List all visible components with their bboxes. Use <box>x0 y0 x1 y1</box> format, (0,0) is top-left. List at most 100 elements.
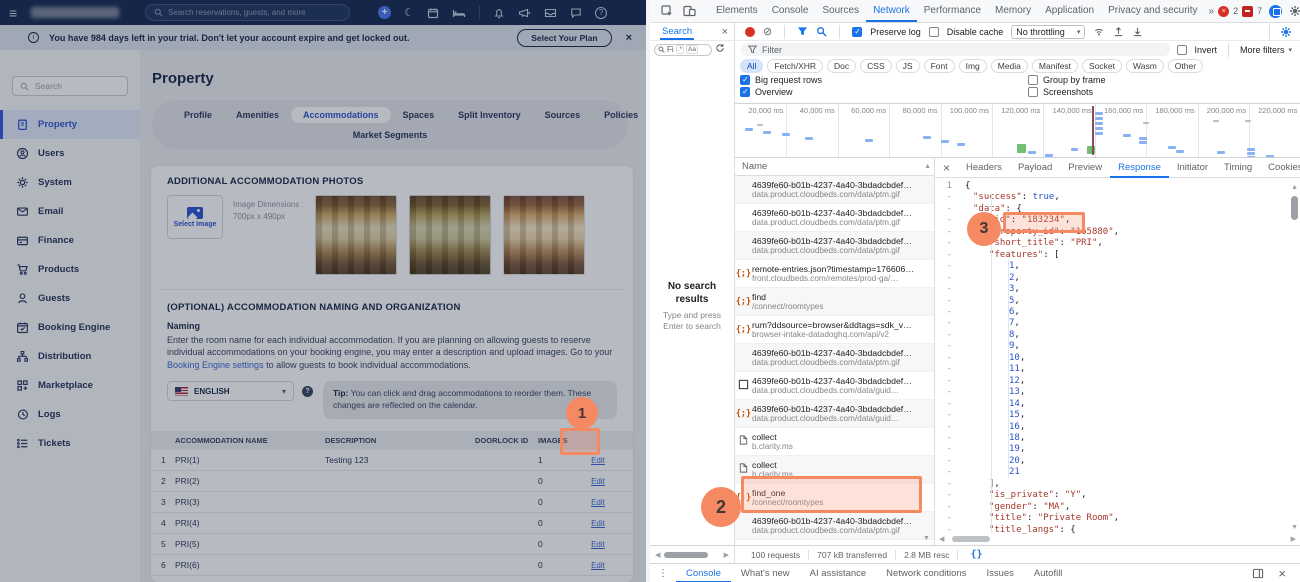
refresh-search-icon[interactable] <box>715 43 725 56</box>
devtools-tab-sources[interactable]: Sources <box>815 0 866 22</box>
scroll-right-icon[interactable]: ▶ <box>1291 535 1296 543</box>
scroll-down-icon[interactable]: ▼ <box>923 535 930 542</box>
drawer-kebab-icon[interactable]: ⋮ <box>658 568 668 579</box>
edit-link[interactable]: Edit <box>591 540 605 549</box>
tab-accommodations[interactable]: Accommodations <box>291 107 391 123</box>
devtools-tab-privacy-and-security[interactable]: Privacy and security <box>1101 0 1204 22</box>
export-har-icon[interactable] <box>1132 26 1143 37</box>
network-request-row[interactable]: 4639fe60-b01b-4237-4a40-3bdadcbdef…data.… <box>735 176 934 204</box>
edit-link[interactable]: Edit <box>591 456 605 465</box>
banner-close-icon[interactable]: × <box>626 32 632 44</box>
scroll-right-icon[interactable]: ▶ <box>724 551 729 559</box>
scroll-left-icon[interactable]: ◀ <box>655 551 660 559</box>
network-request-row[interactable]: {;}find/connect/roomtypes <box>735 288 934 316</box>
disable-cache-checkbox[interactable] <box>929 27 939 37</box>
sidebar-search-input[interactable]: Search <box>12 76 128 96</box>
network-filter-input[interactable]: Filter <box>741 43 1170 56</box>
network-request-row[interactable]: collectb.clarity.ms <box>735 428 934 456</box>
network-request-row[interactable]: {;}4639fe60-b01b-4237-4a40-3bdadcbdef…da… <box>735 400 934 428</box>
sidebar-item-tickets[interactable]: Tickets <box>0 429 140 458</box>
device-toolbar-icon[interactable] <box>683 5 696 17</box>
network-request-row[interactable]: 4639fe60-b01b-4237-4a40-3bdadcbdef…data.… <box>735 512 934 540</box>
scroll-up-icon[interactable]: ▲ <box>924 163 931 170</box>
sidebar-item-booking-engine[interactable]: Booking Engine <box>0 313 140 342</box>
devtools-tab-performance[interactable]: Performance <box>917 0 988 22</box>
tab-split-inventory[interactable]: Split Inventory <box>446 107 533 123</box>
scroll-down-icon[interactable]: ▼ <box>1291 524 1298 531</box>
sidebar-item-distribution[interactable]: Distribution <box>0 342 140 371</box>
scroll-left-icon[interactable]: ◀ <box>939 535 944 543</box>
filter-chip-socket[interactable]: Socket <box>1082 59 1122 73</box>
horizontal-scrollbar[interactable]: ◀ ▶ <box>939 534 1296 543</box>
network-request-row[interactable]: 4639fe60-b01b-4237-4a40-3bdadcbdef…data.… <box>735 232 934 260</box>
scrollbar-thumb[interactable] <box>952 536 990 542</box>
expand-drawer-icon[interactable] <box>1252 568 1264 579</box>
drawer-tab-autofill[interactable]: Autofill <box>1024 564 1073 582</box>
error-badge-icon[interactable]: × <box>1218 6 1229 17</box>
network-request-row[interactable]: {;}remote-entries.json?timestamp=176606…… <box>735 260 934 288</box>
drawer-tab-network-conditions[interactable]: Network conditions <box>876 564 976 582</box>
search-network-icon[interactable] <box>816 26 827 37</box>
select-your-plan-button[interactable]: Select Your Plan <box>517 29 611 47</box>
devtools-tab-application[interactable]: Application <box>1038 0 1101 22</box>
search-input[interactable]: Fi .* Aa <box>654 44 712 56</box>
more-tabs-icon[interactable]: » <box>1209 6 1215 17</box>
invert-filter-checkbox[interactable] <box>1177 45 1187 55</box>
tab-policies[interactable]: Policies <box>592 107 646 123</box>
throttling-select[interactable]: No throttling ▾ <box>1011 25 1085 39</box>
filter-chip-doc[interactable]: Doc <box>827 59 856 73</box>
drawer-tab-what-s-new[interactable]: What's new <box>731 564 800 582</box>
network-request-row[interactable]: 4639fe60-b01b-4237-4a40-3bdadcbdef…data.… <box>735 372 934 400</box>
overview-checkbox[interactable] <box>740 87 750 97</box>
bed-icon[interactable] <box>452 7 466 19</box>
screenshots-checkbox[interactable] <box>1028 87 1038 97</box>
response-tab-preview[interactable]: Preview <box>1060 158 1110 178</box>
network-conditions-icon[interactable] <box>1093 26 1105 37</box>
inspect-element-icon[interactable] <box>661 5 673 17</box>
scroll-up-icon[interactable]: ▲ <box>1291 184 1298 191</box>
regex-toggle[interactable]: .* <box>676 45 684 54</box>
filter-chip-fetch-xhr[interactable]: Fetch/XHR <box>767 59 823 73</box>
global-search-input[interactable]: Search reservations, guests, and more <box>145 4 350 21</box>
response-tab-response[interactable]: Response <box>1110 158 1169 178</box>
megaphone-icon[interactable] <box>518 7 531 19</box>
drawer-tab-console[interactable]: Console <box>676 564 731 582</box>
clear-network-log-icon[interactable]: ⊘ <box>763 27 772 37</box>
chat-icon[interactable] <box>570 7 582 19</box>
filter-chip-other[interactable]: Other <box>1168 59 1203 73</box>
tab-spaces[interactable]: Spaces <box>391 107 447 123</box>
record-network-log-icon[interactable] <box>745 27 755 37</box>
hamburger-menu-icon[interactable]: ≡ <box>9 5 17 21</box>
filter-chip-css[interactable]: CSS <box>860 59 891 73</box>
help-icon[interactable]: ? <box>595 7 607 19</box>
network-settings-gear-icon[interactable] <box>1280 26 1292 38</box>
filter-icon[interactable] <box>797 26 808 37</box>
response-tab-timing[interactable]: Timing <box>1216 158 1260 178</box>
sidebar-item-products[interactable]: Products <box>0 255 140 284</box>
select-image-button[interactable]: Select Image <box>167 195 223 239</box>
booking-engine-settings-link[interactable]: Booking Engine settings <box>167 360 264 370</box>
sidebar-item-finance[interactable]: Finance <box>0 226 140 255</box>
filter-chip-media[interactable]: Media <box>991 59 1028 73</box>
bell-icon[interactable] <box>493 7 505 19</box>
drawer-tab-issues[interactable]: Issues <box>976 564 1023 582</box>
extension-badge-icon[interactable] <box>1269 5 1282 18</box>
tab-amenities[interactable]: Amenities <box>224 107 291 123</box>
filter-chip-font[interactable]: Font <box>924 59 955 73</box>
network-overview-timeline[interactable]: 20,000 ms40,000 ms60,000 ms80,000 ms100,… <box>735 103 1300 158</box>
calendar-icon[interactable] <box>427 7 439 19</box>
sidebar-item-system[interactable]: System <box>0 168 140 197</box>
filter-chip-all[interactable]: All <box>740 59 763 73</box>
response-tab-payload[interactable]: Payload <box>1010 158 1060 178</box>
sidebar-item-guests[interactable]: Guests <box>0 284 140 313</box>
format-response-icon[interactable]: {} <box>970 549 982 560</box>
big-request-rows-checkbox[interactable] <box>740 75 750 85</box>
edit-link[interactable]: Edit <box>591 477 605 486</box>
network-request-row[interactable]: 4639fe60-b01b-4237-4a40-3bdadcbdef…data.… <box>735 344 934 372</box>
sidebar-item-marketplace[interactable]: Marketplace <box>0 371 140 400</box>
filter-chip-js[interactable]: JS <box>896 59 920 73</box>
inbox-icon[interactable] <box>544 7 557 19</box>
network-request-row[interactable]: 4639fe60-b01b-4237-4a40-3bdadcbdef…data.… <box>735 204 934 232</box>
filter-chip-img[interactable]: Img <box>959 59 987 73</box>
drawer-tab-ai-assistance[interactable]: AI assistance <box>800 564 877 582</box>
